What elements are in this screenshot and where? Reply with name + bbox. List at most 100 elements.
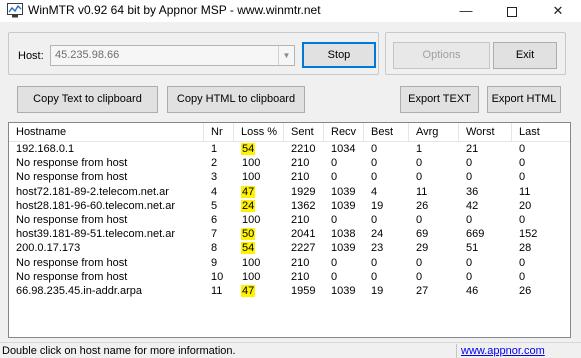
worst-cell: 36 [466,185,479,198]
nr-cell: 4 [211,185,218,198]
minimize-button[interactable]: — [443,0,489,22]
host-label: Host: [18,50,44,62]
title-bar[interactable]: WinMTR v0.92 64 bit by Appnor MSP - www.… [0,0,581,22]
options-button[interactable]: Options [393,42,490,69]
appnor-link[interactable]: www.appnor.com [461,345,545,357]
loss-cell: 47 [234,185,284,199]
recv-cell: 1034 [331,143,356,155]
loss-value: 47 [241,284,256,297]
nr-cell: 7 [211,228,218,241]
recv-cell: 0 [331,270,338,283]
worst-cell: 51 [466,242,479,255]
chevron-down-icon[interactable]: ▼ [278,46,294,65]
column-header-last[interactable]: Last [512,123,570,142]
nr-cell: 2 [211,157,218,170]
loss-value: 100 [242,256,261,269]
avrg-cell: 69 [416,228,429,241]
hostname-cell[interactable]: 192.168.0.1 [9,142,204,156]
column-header-nr[interactable]: Nr [204,123,234,142]
best-cell: 0 [371,256,378,269]
table-row[interactable]: host72.181-89-2.telecom.net.ar 4 47 1929 103… [9,185,570,199]
table-row[interactable]: 200.0.17.173 8 54 2227 1039 23 29 51 28 [9,241,570,255]
column-header-hostname[interactable]: Hostname [9,123,204,142]
best-cell: 0 [371,213,378,226]
copy-html-button[interactable]: Copy HTML to clipboard [167,86,305,113]
column-header-recv[interactable]: Recv [324,123,364,142]
exit-button[interactable]: Exit [493,42,557,69]
maximize-button[interactable] [489,0,535,22]
table-row[interactable]: No response from host 9 100 210 0 0 0 0 0 [9,256,570,270]
best-cell: 23 [371,242,384,255]
loss-value: 50 [241,228,256,241]
table-row[interactable]: 192.168.0.1 1 54 2210 1034 0 1 21 0 [9,142,570,156]
nr-cell: 5 [211,199,218,212]
last-cell: 28 [519,242,532,255]
loss-cell: 54 [234,142,284,156]
table-row[interactable]: No response from host 10 100 210 0 0 0 0 0 [9,270,570,284]
worst-cell: 46 [466,284,479,297]
column-header-sent[interactable]: Sent [284,123,324,142]
column-header-best[interactable]: Best [364,123,409,142]
avrg-cell: 0 [416,256,423,269]
nr-cell: 11 [211,284,223,297]
hostname-cell[interactable]: No response from host [9,170,204,184]
hostname-cell[interactable]: No response from host [9,213,204,227]
host-combobox[interactable]: 45.235.98.66 ▼ [50,45,295,66]
status-bar: Double click on host name for more infor… [0,342,581,358]
nr-cell: 6 [211,213,218,226]
worst-cell: 0 [466,270,473,283]
best-cell: 4 [371,185,378,198]
recv-cell: 0 [331,157,338,170]
status-message: Double click on host name for more infor… [2,345,236,357]
hostname-cell[interactable]: 200.0.17.173 [9,241,204,255]
hostname-cell[interactable]: No response from host [9,156,204,170]
last-cell: 0 [519,213,526,226]
worst-cell: 0 [466,157,473,170]
column-header-avrg[interactable]: Avrg [409,123,459,142]
loss-value: 47 [241,185,256,198]
avrg-cell: 0 [416,270,423,283]
sent-cell: 210 [291,157,310,170]
hostname-cell[interactable]: host28.181-96-60.telecom.net.ar [9,199,204,213]
hostname-cell[interactable]: No response from host [9,270,204,284]
hostname-cell[interactable]: host72.181-89-2.telecom.net.ar [9,185,204,199]
avrg-cell: 1 [416,143,423,155]
table-row[interactable]: 66.98.235.45.in-addr.arpa 11 47 1959 1039 19 2… [9,284,570,298]
worst-cell: 0 [466,256,473,269]
last-cell: 20 [519,199,532,212]
hostname-cell[interactable]: host39.181-89-51.telecom.net.ar [9,227,204,241]
copy-text-button[interactable]: Copy Text to clipboard [17,86,158,113]
column-header-loss[interactable]: Loss % [234,123,284,142]
loss-cell: 54 [234,241,284,255]
export-text-button[interactable]: Export TEXT [400,86,479,113]
hostname-cell[interactable]: 66.98.235.45.in-addr.arpa [9,284,204,298]
maximize-icon [507,6,517,17]
list-header: Hostname Nr Loss % Sent Recv Best Avrg W… [9,123,570,142]
loss-cell: 50 [234,227,284,241]
results-list[interactable]: Hostname Nr Loss % Sent Recv Best Avrg W… [8,122,571,338]
avrg-cell: 29 [416,242,429,255]
avrg-cell: 0 [416,171,423,184]
export-html-button[interactable]: Export HTML [487,86,561,113]
last-cell: 0 [519,143,526,155]
best-cell: 19 [371,199,384,212]
loss-value: 54 [241,143,256,155]
avrg-cell: 0 [416,213,423,226]
table-row[interactable]: No response from host 6 100 210 0 0 0 0 0 [9,213,570,227]
last-cell: 26 [519,284,532,297]
hostname-cell[interactable]: No response from host [9,256,204,270]
sent-cell: 210 [291,171,310,184]
table-row[interactable]: host28.181-96-60.telecom.net.ar 5 24 1362 10… [9,199,570,213]
table-row[interactable]: No response from host 3 100 210 0 0 0 0 0 [9,170,570,184]
table-row[interactable]: No response from host 2 100 210 0 0 0 0 0 [9,156,570,170]
worst-cell: 669 [466,228,485,241]
recv-cell: 1039 [331,185,356,198]
stop-button[interactable]: Stop [302,42,376,68]
close-button[interactable]: ✕ [535,0,581,22]
table-row[interactable]: host39.181-89-51.telecom.net.ar 7 50 2041 10… [9,227,570,241]
avrg-cell: 11 [416,185,428,198]
last-cell: 152 [519,228,538,241]
column-header-worst[interactable]: Worst [459,123,512,142]
loss-cell: 100 [234,256,284,270]
last-cell: 0 [519,256,526,269]
